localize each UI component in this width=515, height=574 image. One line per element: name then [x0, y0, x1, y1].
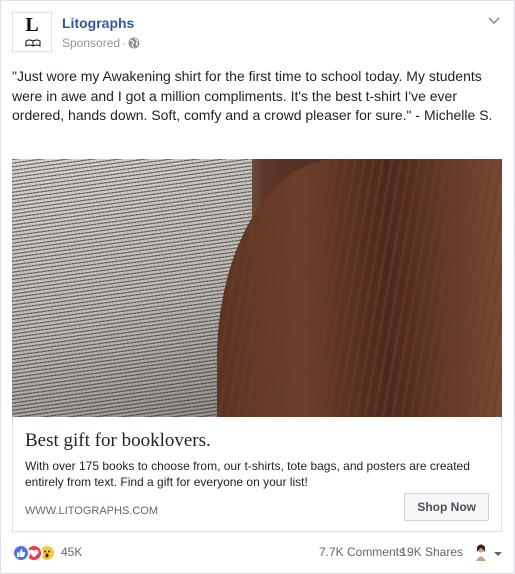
sponsored-post-card: L Litographs Sponsored · "Just wore my Aw…	[0, 0, 515, 574]
sponsored-label[interactable]: Sponsored	[62, 36, 120, 50]
post-message: "Just wore my Awakening shirt for the fi…	[12, 68, 493, 123]
comments-count[interactable]: 7.7K Comments	[319, 545, 405, 559]
like-reaction-icon	[12, 544, 30, 562]
viewer-avatar-menu[interactable]	[473, 543, 503, 563]
ad-description: With over 175 books to choose from, our …	[25, 459, 470, 489]
engagement-bar: 45K 7.7K Comments 19K Shares	[12, 542, 503, 566]
book-logo-icon	[25, 39, 41, 47]
ad-headline[interactable]: Best gift for booklovers.	[25, 430, 211, 452]
post-meta: Sponsored ·	[62, 36, 140, 50]
ad-image[interactable]	[12, 159, 502, 417]
page-name-link[interactable]: Litographs	[62, 15, 134, 31]
chevron-down-icon[interactable]	[487, 15, 501, 25]
shares-count[interactable]: 19K Shares	[400, 545, 463, 559]
logo-letter: L	[25, 14, 39, 36]
text-print-shirt	[12, 159, 252, 417]
globe-icon	[128, 37, 140, 49]
viewer-avatar-icon	[476, 544, 502, 561]
page-avatar[interactable]: L	[12, 12, 52, 52]
ad-domain[interactable]: WWW.LITOGRAPHS.COM	[25, 505, 158, 517]
post-header: L Litographs Sponsored ·	[12, 12, 503, 62]
reaction-count[interactable]: 45K	[61, 545, 82, 559]
shop-now-button[interactable]: Shop Now	[404, 493, 489, 521]
hair-area	[217, 159, 502, 417]
ad-link-caption[interactable]: Best gift for booklovers. With over 175 …	[12, 417, 502, 532]
meta-separator: ·	[122, 36, 127, 50]
